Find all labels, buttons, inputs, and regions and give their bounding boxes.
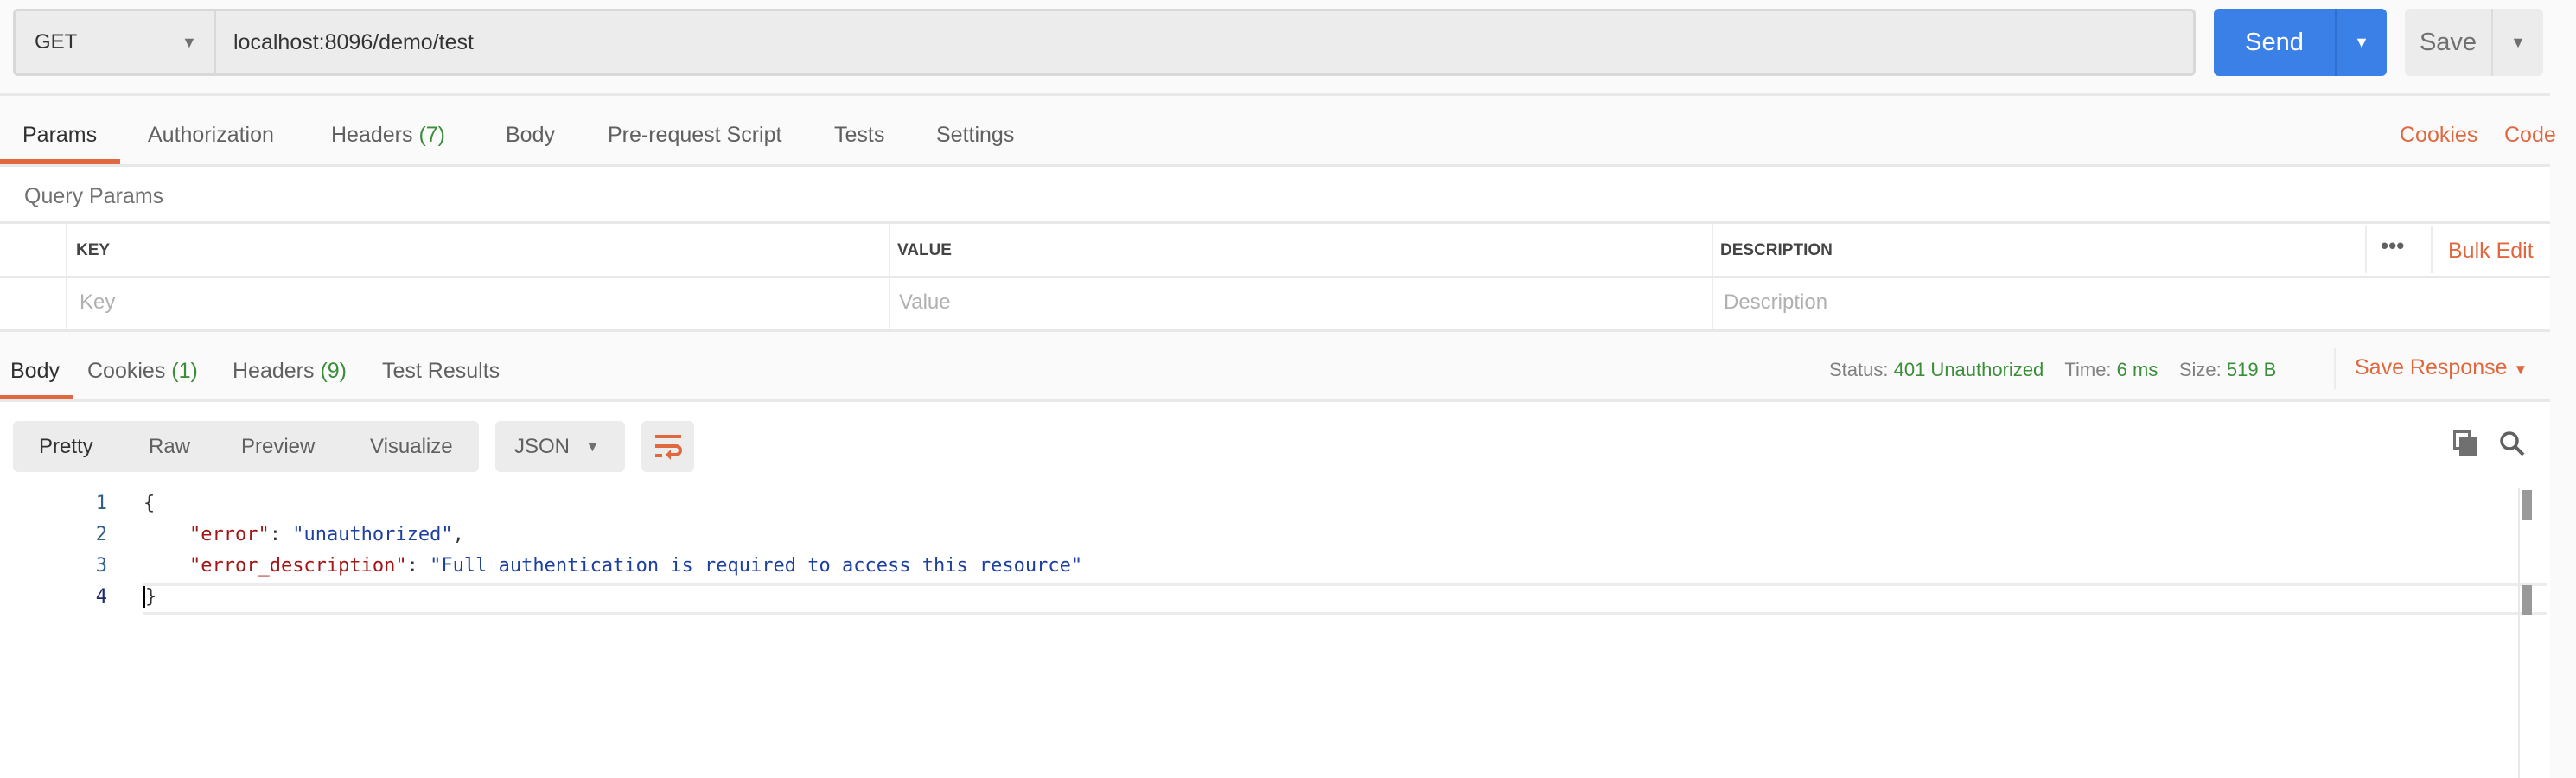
json-key: "error_description"	[188, 555, 407, 577]
description-input[interactable]: Description	[1724, 290, 1827, 315]
code-line: {	[143, 493, 156, 514]
line-number: 2	[95, 524, 107, 545]
view-mode-group: Pretty Raw Preview Visualize	[13, 421, 479, 472]
value-input[interactable]: Value	[899, 290, 951, 315]
format-label: JSON	[514, 434, 571, 458]
active-line-highlight	[143, 584, 2547, 615]
scrollbar[interactable]	[2518, 488, 2532, 778]
cookies-link[interactable]: Cookies	[2400, 123, 2477, 148]
tab-settings[interactable]: Settings	[936, 123, 1014, 148]
divider	[0, 221, 2550, 224]
scrollbar-thumb[interactable]	[2522, 585, 2532, 615]
column-description: DESCRIPTION	[1720, 241, 1833, 259]
tab-headers[interactable]: Headers (7)	[331, 123, 445, 148]
line-number: 1	[95, 493, 107, 514]
line-number: 4	[95, 586, 107, 608]
column-key: KEY	[76, 241, 111, 259]
time-label: Time:	[2064, 359, 2112, 380]
view-preview[interactable]: Preview	[241, 421, 315, 472]
query-params-panel: Query Params KEY VALUE DESCRIPTION ••• B…	[0, 167, 2550, 331]
chevron-down-icon[interactable]: ▼	[2337, 9, 2387, 76]
view-pretty[interactable]: Pretty	[39, 421, 93, 472]
method-select[interactable]: GET ▼	[16, 11, 216, 73]
tab-params[interactable]: Params	[22, 123, 97, 148]
tab-count: (9)	[320, 359, 348, 383]
chevron-down-icon: ▼	[585, 437, 600, 455]
format-select[interactable]: JSON ▼	[495, 421, 625, 472]
divider	[2365, 226, 2367, 273]
key-input[interactable]: Key	[80, 290, 115, 315]
tab-label: Headers	[331, 123, 413, 147]
tab-label: Headers	[233, 359, 315, 383]
more-options-icon[interactable]: •••	[2381, 233, 2404, 259]
url-input[interactable]: localhost:8096/demo/test	[233, 11, 474, 73]
tab-response-cookies[interactable]: Cookies (1)	[87, 359, 198, 384]
json-punct: ,	[452, 524, 464, 545]
tab-response-headers[interactable]: Headers (9)	[233, 359, 347, 384]
wrap-icon	[655, 435, 682, 460]
response-meta: Status: 401 Unauthorized Time: 6 ms Size…	[1829, 359, 2276, 381]
save-response-label: Save Response	[2355, 355, 2508, 379]
save-label: Save	[2419, 28, 2477, 56]
divider	[2431, 226, 2433, 273]
save-response-button[interactable]: Save Response ▼	[2355, 355, 2528, 380]
code-line: "error": "unauthorized",	[188, 524, 464, 545]
method-label: GET	[35, 30, 78, 54]
tab-response-body[interactable]: Body	[10, 359, 60, 384]
tab-label: Cookies	[87, 359, 166, 383]
send-button[interactable]: Send ▼	[2214, 9, 2387, 76]
line-number: 3	[95, 555, 107, 577]
tab-count: (1)	[171, 359, 198, 383]
status-value: 401 Unauthorized	[1893, 359, 2044, 380]
status-label: Status:	[1829, 359, 1889, 380]
json-key: "error"	[188, 524, 270, 545]
copy-icon[interactable]	[2453, 430, 2477, 456]
bulk-edit-link[interactable]: Bulk Edit	[2448, 239, 2534, 264]
column-value: VALUE	[897, 241, 952, 259]
code-link[interactable]: Code	[2504, 123, 2556, 148]
code-line: "error_description": "Full authenticatio…	[188, 555, 1083, 577]
tab-test-results[interactable]: Test Results	[382, 359, 500, 384]
chevron-down-icon: ▼	[182, 33, 197, 51]
tab-tests[interactable]: Tests	[834, 123, 884, 148]
query-params-title: Query Params	[24, 184, 164, 208]
view-raw[interactable]: Raw	[149, 421, 190, 472]
tab-body[interactable]: Body	[506, 123, 555, 148]
divider	[0, 329, 2550, 332]
tab-count: (7)	[418, 123, 446, 147]
code-line: }	[143, 586, 157, 608]
tab-pre-request-script[interactable]: Pre-request Script	[608, 123, 781, 148]
json-value: "unauthorized"	[292, 524, 453, 545]
chevron-down-icon: ▼	[2513, 361, 2528, 378]
save-button[interactable]: Save ▼	[2405, 9, 2543, 76]
scrollbar-thumb[interactable]	[2522, 490, 2532, 520]
search-icon[interactable]	[2498, 430, 2526, 457]
size-value: 519 B	[2226, 359, 2277, 380]
tab-authorization[interactable]: Authorization	[148, 123, 274, 148]
send-label: Send	[2245, 28, 2304, 56]
divider	[0, 276, 2550, 278]
json-value: "Full authentication is required to acce…	[430, 555, 1083, 577]
url-bar: GET ▼ localhost:8096/demo/test	[13, 9, 2196, 76]
size-label: Size:	[2178, 359, 2222, 380]
view-visualize[interactable]: Visualize	[370, 421, 453, 472]
divider	[0, 93, 2550, 96]
divider	[2334, 348, 2336, 389]
wrap-lines-button[interactable]	[641, 421, 694, 472]
chevron-down-icon[interactable]: ▼	[2493, 9, 2543, 76]
time-value: 6 ms	[2116, 359, 2158, 380]
